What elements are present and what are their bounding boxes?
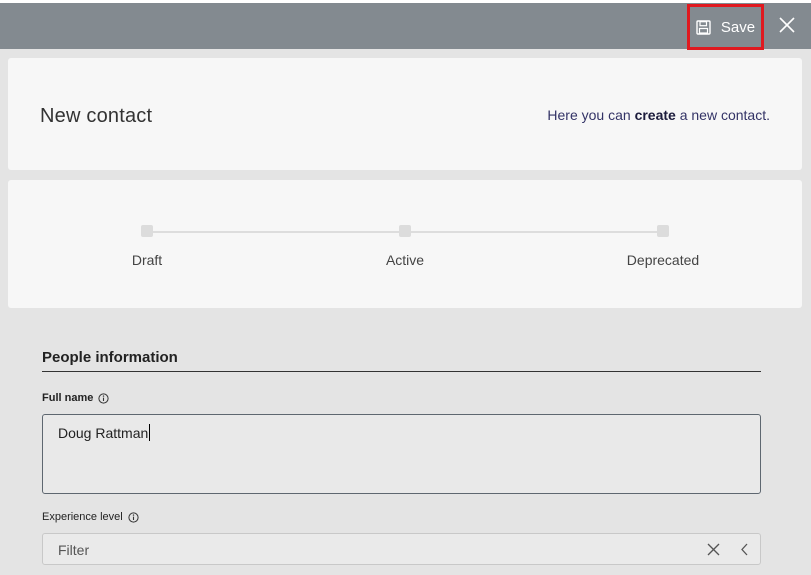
- stage-dot[interactable]: [399, 225, 411, 237]
- save-button[interactable]: Save: [687, 4, 764, 50]
- top-toolbar: Save: [0, 0, 811, 50]
- full-name-label: Full name: [42, 392, 109, 404]
- stage-dot[interactable]: [657, 225, 669, 237]
- close-icon[interactable]: [776, 14, 798, 36]
- stage-label: Draft: [131, 252, 163, 268]
- stage-label: Deprecated: [626, 252, 700, 268]
- stage-deprecated[interactable]: Deprecated: [603, 225, 723, 268]
- full-name-label-text: Full name: [42, 392, 94, 404]
- experience-level-label: Experience level: [42, 511, 139, 523]
- hint-prefix: Here you can: [547, 107, 635, 123]
- info-icon[interactable]: [98, 392, 109, 404]
- chevron-left-icon[interactable]: [740, 543, 749, 556]
- text-caret: [149, 424, 151, 441]
- save-button-label: Save: [720, 18, 756, 36]
- header-card: New contact Here you can create a new co…: [8, 58, 802, 170]
- stage-active[interactable]: Active: [345, 225, 465, 268]
- hint-suffix: a new contact.: [675, 107, 770, 123]
- section-divider: [42, 371, 761, 372]
- info-icon[interactable]: [128, 511, 139, 523]
- full-name-value: Doug Rattman: [58, 425, 149, 441]
- page-title: New contact: [40, 105, 153, 127]
- section-title: People information: [42, 349, 178, 366]
- stage-progress-card: Draft Active Deprecated: [8, 180, 802, 308]
- full-name-input[interactable]: Doug Rattman: [42, 414, 761, 494]
- hint-emphasis: create: [634, 107, 676, 123]
- filter-placeholder: Filter: [58, 542, 90, 558]
- header-hint: Here you can create a new contact.: [547, 107, 770, 123]
- experience-level-label-text: Experience level: [42, 511, 123, 523]
- stage-dot[interactable]: [141, 225, 153, 237]
- experience-level-select[interactable]: Filter: [42, 533, 761, 565]
- stage-draft[interactable]: Draft: [87, 225, 207, 268]
- clear-icon[interactable]: [707, 543, 720, 556]
- floppy-disk-icon: [696, 19, 711, 35]
- stage-label: Active: [385, 252, 425, 268]
